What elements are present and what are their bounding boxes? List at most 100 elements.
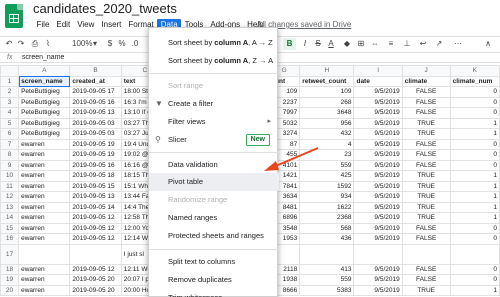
cell[interactable]: climate_num bbox=[449, 75, 500, 87]
sort-a-z-item[interactable]: Sort sheet by column A, A → Z bbox=[149, 34, 279, 52]
cell[interactable]: retweet_count bbox=[299, 75, 355, 87]
row-header[interactable]: 20 bbox=[0, 284, 20, 296]
row-header[interactable]: 3 bbox=[0, 96, 20, 108]
cell[interactable]: PeteButtigieg bbox=[18, 107, 71, 119]
row-header[interactable]: 1 bbox=[0, 75, 20, 87]
row-header[interactable]: 13 bbox=[0, 201, 20, 213]
sheets-logo-icon[interactable] bbox=[5, 4, 23, 28]
cell[interactable]: 413 bbox=[299, 263, 355, 275]
decimal-icon[interactable]: .0 bbox=[130, 38, 140, 50]
paint-format-icon[interactable]: ⌇ bbox=[43, 38, 53, 50]
redo-icon[interactable]: ↷ bbox=[16, 38, 26, 50]
cell[interactable]: ewarren bbox=[18, 149, 71, 161]
column-header[interactable]: A bbox=[18, 65, 71, 77]
row-header[interactable]: 9 bbox=[0, 159, 20, 171]
cell[interactable]: 2019-09-05 12 bbox=[69, 212, 122, 224]
cell[interactable]: 1 bbox=[449, 170, 500, 182]
row-header[interactable]: 14 bbox=[0, 212, 20, 224]
cell[interactable] bbox=[353, 243, 403, 265]
cell[interactable] bbox=[18, 243, 71, 265]
cell[interactable]: ewarren bbox=[18, 191, 71, 203]
cell[interactable]: 568 bbox=[299, 222, 355, 234]
menu-view[interactable]: View bbox=[74, 19, 98, 31]
cell[interactable]: 2019-09-05 16 bbox=[69, 96, 122, 108]
row-header[interactable]: 2 bbox=[0, 86, 20, 98]
cell[interactable]: 9/5/2019 bbox=[353, 201, 403, 213]
cell[interactable] bbox=[69, 243, 122, 265]
cell[interactable]: FALSE bbox=[401, 96, 451, 108]
cell[interactable]: 9/5/2019 bbox=[353, 274, 403, 286]
horizontal-align-icon[interactable]: ≡ bbox=[386, 38, 396, 50]
sort-z-a-item[interactable]: Sort sheet by column A, Z → A bbox=[149, 52, 279, 70]
cell[interactable]: ewarren bbox=[18, 212, 71, 224]
cell[interactable]: ewarren bbox=[18, 159, 71, 171]
cell[interactable]: FALSE bbox=[401, 86, 451, 98]
cell[interactable]: 2019-09-05 15 bbox=[69, 180, 122, 192]
cell[interactable]: 9/5/2019 bbox=[353, 170, 403, 182]
cell[interactable]: climate bbox=[401, 75, 451, 87]
cell[interactable]: 3648 bbox=[299, 107, 355, 119]
cell[interactable]: 0 bbox=[449, 263, 500, 275]
column-header[interactable]: I bbox=[353, 65, 403, 77]
cell[interactable]: 109 bbox=[299, 86, 355, 98]
column-header[interactable]: H bbox=[299, 65, 355, 77]
cell[interactable]: PeteButtigieg bbox=[18, 128, 71, 140]
cell[interactable]: 9/5/2019 bbox=[353, 138, 403, 150]
cell[interactable]: 1 bbox=[449, 191, 500, 203]
cell[interactable]: 9/5/2019 bbox=[353, 180, 403, 192]
cell[interactable]: 2019-09-05 20 bbox=[69, 284, 122, 296]
cell[interactable]: TRUE bbox=[401, 201, 451, 213]
formula-input[interactable]: screen_name bbox=[22, 53, 64, 63]
percent-icon[interactable]: % bbox=[118, 38, 126, 50]
cell[interactable]: 0 bbox=[449, 274, 500, 286]
cell[interactable]: PeteButtigieg bbox=[18, 86, 71, 98]
cell[interactable]: ewarren bbox=[18, 284, 71, 296]
cell[interactable]: 1 bbox=[449, 180, 500, 192]
cell[interactable]: 0 bbox=[449, 222, 500, 234]
cell[interactable]: created_at bbox=[69, 75, 122, 87]
cell[interactable]: 9/5/2019 bbox=[353, 149, 403, 161]
cell[interactable]: 9/5/2019 bbox=[353, 233, 403, 245]
cell[interactable]: FALSE bbox=[401, 107, 451, 119]
currency-icon[interactable]: $ bbox=[106, 38, 114, 50]
merge-cells-icon[interactable]: ⇔ bbox=[370, 38, 380, 50]
fill-color-icon[interactable]: ◆ bbox=[342, 38, 352, 50]
cell[interactable]: 2019-09-05 18 bbox=[69, 170, 122, 182]
cell[interactable]: TRUE bbox=[401, 212, 451, 224]
cell[interactable]: ewarren bbox=[18, 263, 71, 275]
column-header[interactable]: J bbox=[401, 65, 451, 77]
cell[interactable]: ewarren bbox=[18, 180, 71, 192]
zoom-select[interactable]: 100% bbox=[72, 38, 92, 50]
cell[interactable]: 956 bbox=[299, 117, 355, 129]
cell[interactable]: TRUE bbox=[401, 191, 451, 203]
cell[interactable]: TRUE bbox=[401, 117, 451, 129]
cell[interactable]: ewarren bbox=[18, 274, 71, 286]
cell[interactable]: 2019-09-05 03 bbox=[69, 128, 122, 140]
chevron-down-icon[interactable]: ▾ bbox=[92, 38, 98, 50]
cell[interactable]: 9/5/2019 bbox=[353, 86, 403, 98]
cell[interactable]: 9/5/2019 bbox=[353, 107, 403, 119]
cell[interactable]: PeteButtigieg bbox=[18, 117, 71, 129]
data-validation-item[interactable]: Data validation bbox=[149, 156, 279, 174]
named-ranges-item[interactable]: Named ranges bbox=[149, 209, 279, 227]
more-icon[interactable]: ⋯ bbox=[452, 38, 464, 50]
cell[interactable]: 2019-09-05 20 bbox=[69, 274, 122, 286]
cell[interactable]: ewarren bbox=[18, 201, 71, 213]
cell[interactable]: ewarren bbox=[18, 138, 71, 150]
cell[interactable]: ewarren bbox=[18, 170, 71, 182]
cell[interactable]: 9/5/2019 bbox=[353, 284, 403, 296]
cell[interactable]: 268 bbox=[299, 96, 355, 108]
cell[interactable]: 9/5/2019 bbox=[353, 212, 403, 224]
row-header[interactable]: 16 bbox=[0, 233, 20, 245]
cell[interactable]: 23 bbox=[299, 149, 355, 161]
italic-button[interactable]: I bbox=[300, 38, 310, 50]
cell[interactable]: 1 bbox=[449, 128, 500, 140]
cell[interactable]: TRUE bbox=[401, 284, 451, 296]
cell[interactable]: 5383 bbox=[299, 284, 355, 296]
cell[interactable]: 2368 bbox=[299, 212, 355, 224]
cell[interactable]: 2019-09-05 14 bbox=[69, 201, 122, 213]
cell[interactable] bbox=[401, 243, 451, 265]
pivot-table-item[interactable]: Pivot table bbox=[149, 173, 279, 191]
cell[interactable]: FALSE bbox=[401, 138, 451, 150]
cell[interactable]: 1592 bbox=[299, 180, 355, 192]
